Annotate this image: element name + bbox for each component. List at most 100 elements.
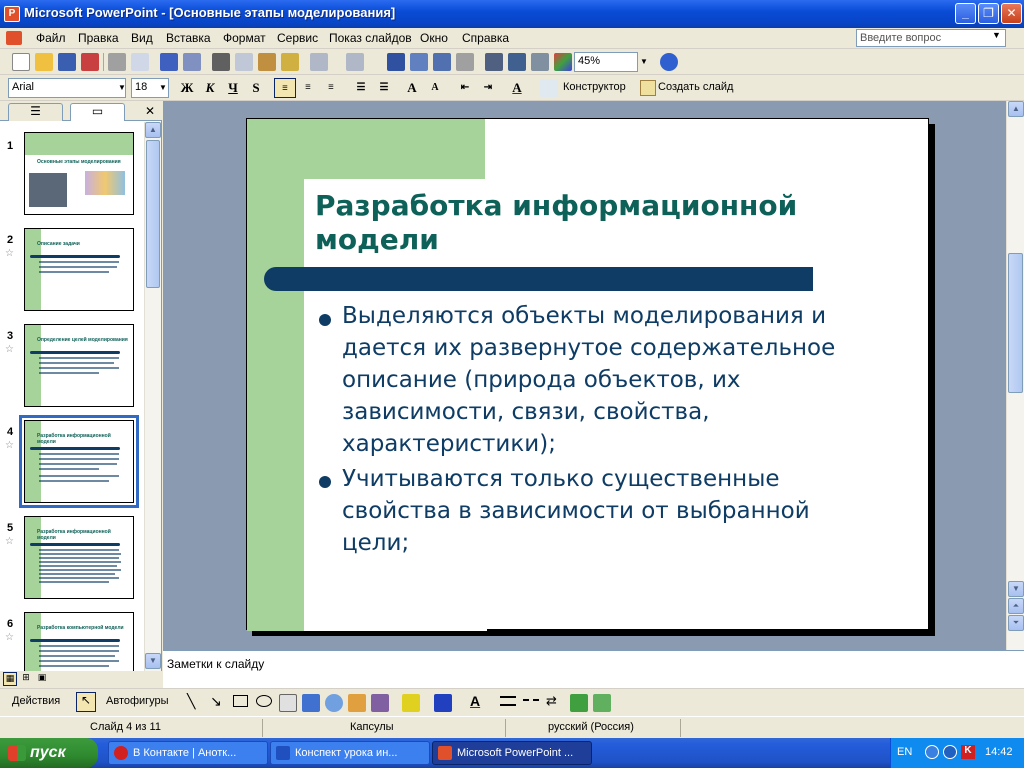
scroll-thumb[interactable] <box>146 140 160 288</box>
wordart-icon[interactable] <box>302 694 320 712</box>
clock[interactable]: 14:42 <box>985 746 1013 758</box>
open-folder-icon[interactable] <box>35 53 53 71</box>
numbering-button[interactable]: ☰ <box>350 78 372 98</box>
language-indicator[interactable]: EN <box>897 746 912 758</box>
previous-slide-icon[interactable]: ⏶ <box>1008 598 1024 614</box>
rectangle-tool-icon[interactable] <box>233 695 248 707</box>
next-slide-icon[interactable]: ⏷ <box>1008 615 1024 631</box>
spelling-icon[interactable] <box>160 53 178 71</box>
document-icon[interactable] <box>6 31 22 45</box>
insert-chart-icon[interactable] <box>387 53 405 71</box>
thumbnail-slide-5[interactable]: Разработка информационной модели <box>24 516 134 599</box>
print-icon[interactable] <box>108 53 126 71</box>
taskbar-item-powerpoint[interactable]: Microsoft PowerPoint ... <box>432 741 592 765</box>
cut-icon[interactable] <box>212 53 230 71</box>
scroll-up-icon[interactable]: ▲ <box>1008 101 1024 117</box>
slide-canvas[interactable]: Разработка информационной модели Выделяю… <box>246 118 929 631</box>
chevron-down-icon[interactable]: ▼ <box>640 57 648 66</box>
thumbnail-slide-6[interactable]: Разработка компьютерной модели <box>24 612 134 671</box>
expand-all-icon[interactable] <box>485 53 503 71</box>
powerpoint-app-icon[interactable]: P <box>4 6 20 22</box>
close-icon[interactable]: ✕ <box>145 104 155 118</box>
align-center-button[interactable]: ≡ <box>297 78 319 98</box>
align-left-button[interactable]: ≡ <box>274 78 296 98</box>
thumbnail-slide-3[interactable]: Определение целей моделирования <box>24 324 134 407</box>
restore-button[interactable]: ❐ <box>978 3 999 24</box>
minimize-button[interactable]: _ <box>955 3 976 24</box>
select-pointer-icon[interactable]: ↖ <box>76 692 96 712</box>
diagram-icon[interactable] <box>325 694 343 712</box>
menu-edit[interactable]: Правка <box>78 31 119 45</box>
font-select[interactable]: Arial <box>8 78 126 98</box>
menu-window[interactable]: Окно <box>420 31 448 45</box>
menu-file[interactable]: Файл <box>36 31 66 45</box>
color-grayscale-icon[interactable] <box>554 53 572 71</box>
show-grid-icon[interactable] <box>531 53 549 71</box>
print-preview-icon[interactable] <box>131 53 149 71</box>
window-titlebar[interactable]: P Microsoft PowerPoint - [Основные этапы… <box>0 0 1024 28</box>
increase-font-button[interactable]: A <box>401 78 423 98</box>
autoshapes-menu[interactable]: Автофигуры <box>106 695 169 707</box>
research-icon[interactable] <box>183 53 201 71</box>
taskbar-item-word[interactable]: Конспект урока ин... <box>270 741 430 765</box>
close-button[interactable]: ✕ <box>1001 3 1022 24</box>
tray-app-icon[interactable] <box>925 745 939 759</box>
decrease-font-button[interactable]: A <box>424 78 446 98</box>
chevron-down-icon[interactable]: ▼ <box>992 30 1001 40</box>
redo-icon[interactable] <box>346 53 364 71</box>
slide-title[interactable]: Разработка информационной модели <box>315 189 855 257</box>
bold-button[interactable]: Ж <box>176 78 198 98</box>
actions-menu[interactable]: Действия <box>12 695 60 707</box>
increase-indent-button[interactable]: ⇥ <box>477 78 499 98</box>
slide-scrollbar[interactable]: ▲ ▼ ⏶ ⏷ <box>1006 101 1024 650</box>
dash-style-icon[interactable] <box>523 699 539 701</box>
decrease-indent-button[interactable]: ⇤ <box>454 78 476 98</box>
font-color-draw-icon[interactable]: A <box>470 693 480 709</box>
tray-network-icon[interactable] <box>943 745 957 759</box>
designer-button[interactable]: Конструктор <box>563 81 626 93</box>
thumbnail-scrollbar[interactable]: ▲ ▼ <box>144 122 161 671</box>
menu-view[interactable]: Вид <box>131 31 153 45</box>
line-style-icon[interactable] <box>500 696 516 706</box>
bullets-button[interactable]: ☰ <box>373 78 395 98</box>
normal-view-icon[interactable]: ▦ <box>3 672 17 686</box>
3d-style-icon[interactable] <box>593 694 611 712</box>
thumbnail-slide-1[interactable]: Основные этапы моделирования <box>24 132 134 215</box>
scroll-thumb[interactable] <box>1008 253 1023 393</box>
clipart-icon[interactable] <box>348 694 366 712</box>
new-slide-button[interactable]: Создать слайд <box>658 81 733 93</box>
menu-insert[interactable]: Вставка <box>166 31 211 45</box>
scroll-up-icon[interactable]: ▲ <box>145 122 161 138</box>
arrow-style-icon[interactable]: ⇄ <box>546 693 557 709</box>
line-tool-icon[interactable]: ╲ <box>187 693 195 710</box>
slide-sorter-view-icon[interactable]: ⊞ <box>19 672 33 686</box>
start-button[interactable]: пуск <box>0 738 98 768</box>
menu-format[interactable]: Формат <box>223 31 266 45</box>
slide-bullet-2[interactable]: Учитываются только существенные свойства… <box>342 463 852 559</box>
permission-icon[interactable] <box>81 53 99 71</box>
paste-icon[interactable] <box>258 53 276 71</box>
menu-slideshow[interactable]: Показ слайдов <box>329 31 412 45</box>
shadow-button[interactable]: S <box>245 78 267 98</box>
help-search-input[interactable]: Введите вопрос <box>856 29 1006 47</box>
arrow-tool-icon[interactable]: ↘ <box>210 693 222 710</box>
format-painter-icon[interactable] <box>281 53 299 71</box>
slideshow-view-icon[interactable]: ▣ <box>35 672 49 686</box>
zoom-select[interactable]: 45% <box>574 52 638 72</box>
scroll-down-icon[interactable]: ▼ <box>1008 581 1024 597</box>
design-icon[interactable] <box>540 79 558 97</box>
line-color-icon[interactable] <box>434 694 452 712</box>
copy-icon[interactable] <box>235 53 253 71</box>
textbox-tool-icon[interactable] <box>279 694 297 712</box>
font-color-button[interactable]: A <box>506 78 528 98</box>
tab-outline[interactable]: ☰ <box>8 103 63 121</box>
fill-color-icon[interactable] <box>402 694 420 712</box>
tab-slides[interactable]: ▭ <box>70 103 125 121</box>
save-icon[interactable] <box>58 53 76 71</box>
insert-table-icon[interactable] <box>410 53 428 71</box>
new-document-icon[interactable] <box>12 53 30 71</box>
show-formatting-icon[interactable] <box>508 53 526 71</box>
align-right-button[interactable]: ≡ <box>320 78 342 98</box>
new-slide-icon[interactable] <box>640 80 656 96</box>
menu-tools[interactable]: Сервис <box>277 31 318 45</box>
